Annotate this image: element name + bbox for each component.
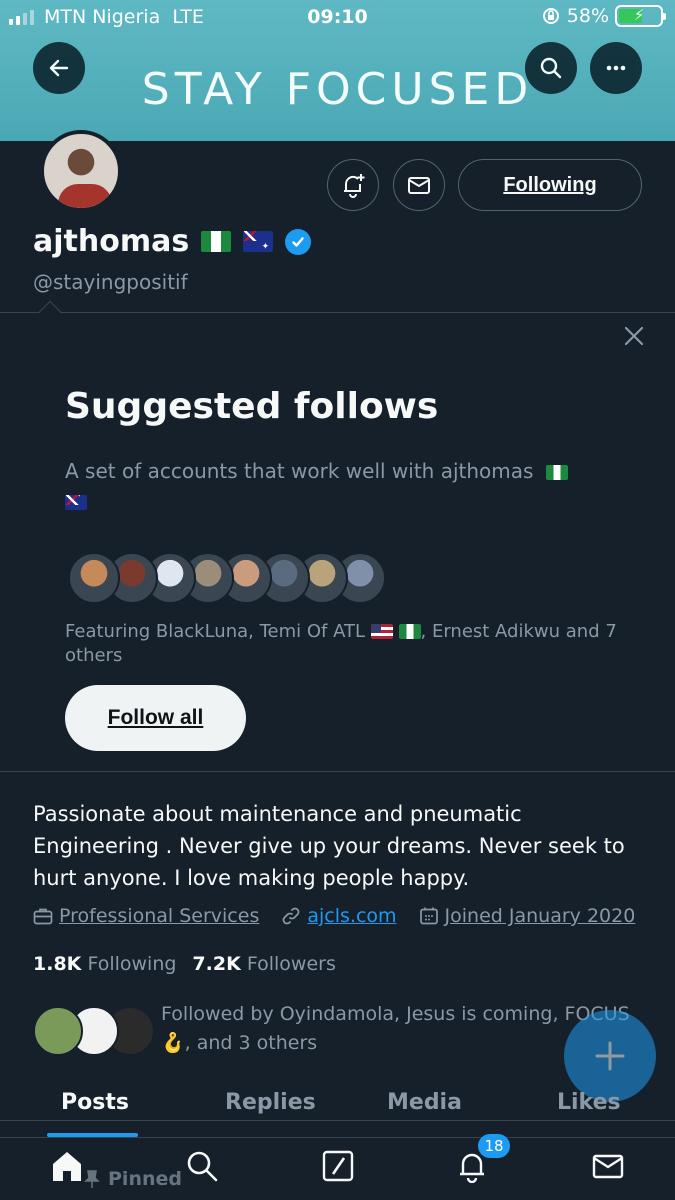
message-button[interactable] bbox=[393, 159, 445, 211]
search-icon bbox=[187, 1151, 218, 1182]
followed-by-avatar[interactable] bbox=[33, 1006, 83, 1056]
profile-handle: @stayingpositif bbox=[33, 270, 188, 294]
tab-media[interactable]: Media bbox=[387, 1090, 462, 1115]
pinned-label: Pinned bbox=[84, 1168, 182, 1190]
grok-tab[interactable] bbox=[318, 1146, 358, 1186]
back-button[interactable] bbox=[33, 42, 85, 94]
suggested-featuring-text: Featuring BlackLuna, Temi Of ATL , Ernes… bbox=[65, 621, 617, 666]
followers-count-link[interactable]: 7.2K Followers bbox=[192, 953, 335, 975]
notifications-badge: 18 bbox=[478, 1134, 510, 1158]
status-bar: MTN Nigeria LTE 09:10 58% ⚡ bbox=[0, 0, 675, 36]
following-count-link[interactable]: 1.8K Following bbox=[33, 953, 176, 975]
profile-name-row: ajthomas bbox=[33, 224, 312, 259]
search-button[interactable] bbox=[525, 42, 577, 94]
active-tab-indicator bbox=[47, 1133, 138, 1137]
tab-posts[interactable]: Posts bbox=[61, 1090, 129, 1115]
usa-flag-icon bbox=[370, 624, 393, 639]
plus-icon bbox=[595, 1041, 625, 1071]
following-button[interactable]: Following bbox=[458, 159, 642, 211]
suggested-avatars[interactable] bbox=[68, 552, 386, 604]
link-icon bbox=[282, 907, 300, 925]
verified-badge-icon[interactable] bbox=[285, 228, 312, 255]
tab-likes[interactable]: Likes bbox=[557, 1090, 621, 1115]
pin-icon bbox=[84, 1170, 100, 1188]
briefcase-icon bbox=[33, 908, 53, 925]
messages-tab[interactable] bbox=[588, 1146, 628, 1186]
suggested-follows-title: Suggested follows bbox=[65, 386, 439, 427]
mail-icon bbox=[592, 1154, 624, 1179]
tabs-divider bbox=[0, 1120, 675, 1121]
profile-bio: Passionate about maintenance and pneumat… bbox=[33, 802, 625, 890]
nigeria-flag-icon bbox=[201, 231, 232, 252]
more-horizontal-icon bbox=[606, 65, 626, 71]
suggested-avatar[interactable] bbox=[68, 552, 120, 604]
australia-flag-icon bbox=[243, 231, 274, 252]
website-link[interactable]: ajcls.com bbox=[307, 905, 396, 927]
suggested-follows-subtitle: A set of accounts that work well with aj… bbox=[65, 456, 605, 516]
battery-percent: 58% bbox=[566, 5, 609, 27]
australia-flag-icon bbox=[65, 495, 87, 510]
arrow-left-icon bbox=[49, 59, 69, 77]
dismiss-suggestions-button[interactable] bbox=[620, 322, 648, 350]
notifications-subscribe-button[interactable] bbox=[327, 159, 379, 211]
nigeria-flag-icon bbox=[545, 465, 568, 480]
divider bbox=[0, 771, 675, 772]
grok-icon bbox=[322, 1150, 354, 1182]
divider bbox=[0, 312, 675, 313]
close-icon bbox=[624, 326, 644, 346]
callout-caret bbox=[38, 300, 62, 324]
profile-avatar[interactable] bbox=[40, 130, 122, 212]
nigeria-flag-icon bbox=[398, 624, 421, 639]
profile-stats: 1.8K Following 7.2K Followers bbox=[33, 953, 336, 975]
home-icon bbox=[53, 1152, 81, 1181]
tab-replies[interactable]: Replies bbox=[225, 1090, 316, 1115]
explore-tab[interactable] bbox=[182, 1146, 222, 1186]
profile-meta: Professional Services ajcls.com Joined J… bbox=[33, 905, 657, 927]
follow-all-button[interactable]: Follow all bbox=[65, 685, 246, 751]
bell-plus-icon bbox=[344, 174, 365, 198]
mail-icon bbox=[408, 177, 430, 194]
profile-tabs: Posts Replies Media Likes bbox=[0, 1080, 675, 1136]
profile-category[interactable]: Professional Services bbox=[33, 905, 259, 927]
profile-website[interactable]: ajcls.com bbox=[281, 905, 397, 927]
home-tab[interactable] bbox=[47, 1146, 87, 1186]
rotation-lock-icon bbox=[542, 8, 559, 24]
display-name: ajthomas bbox=[33, 224, 190, 259]
profile-joined: Joined January 2020 bbox=[419, 905, 635, 927]
battery-icon: ⚡ bbox=[615, 5, 666, 27]
calendar-icon bbox=[419, 907, 438, 925]
search-icon bbox=[540, 57, 562, 79]
followed-by-avatars[interactable] bbox=[33, 1006, 155, 1056]
more-button[interactable] bbox=[590, 42, 642, 94]
